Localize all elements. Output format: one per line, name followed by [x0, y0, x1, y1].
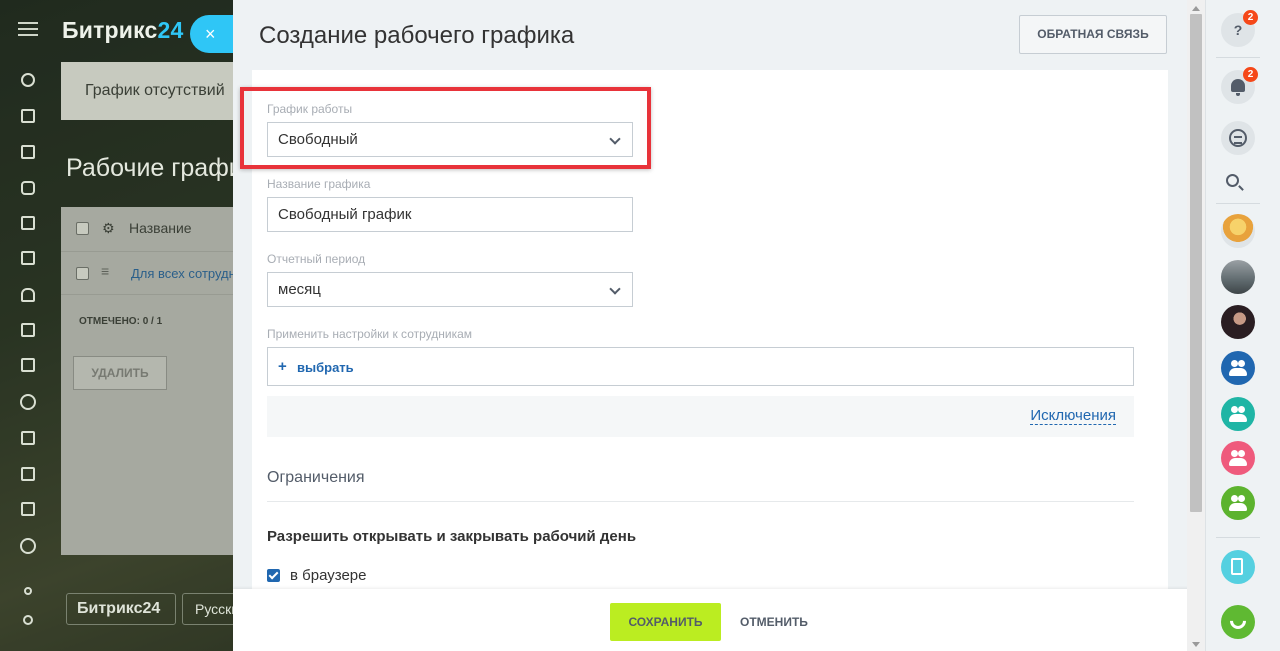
calendar-icon[interactable]	[19, 144, 37, 160]
select-employees-link[interactable]: выбрать	[297, 360, 354, 375]
notifications-icon[interactable]: 2	[1221, 67, 1258, 104]
menu-icon[interactable]	[18, 22, 38, 36]
group-chat-icon[interactable]	[1221, 351, 1255, 385]
tab-label: График отсутствий	[85, 82, 225, 99]
schedule-type-value: Свободный	[278, 131, 358, 148]
notifications-badge: 2	[1243, 67, 1258, 82]
browser-checkbox[interactable]	[267, 569, 280, 582]
panel-separator	[1216, 203, 1260, 204]
group-chat-icon[interactable]	[1221, 486, 1255, 520]
employees-label: Применить настройки к сотрудникам	[267, 327, 473, 341]
selected-counter: ОТМЕЧЕНО: 0 / 1	[79, 316, 163, 327]
footer-logo: Битрикс24	[66, 593, 176, 625]
right-panel: ? 2 2	[1205, 0, 1280, 651]
scroll-up-arrow-icon[interactable]	[1192, 6, 1200, 11]
restrictions-title: Ограничения	[267, 469, 365, 486]
chevron-down-icon	[609, 283, 621, 295]
schedule-type-select[interactable]: Свободный	[267, 122, 633, 157]
slider-footer: СОХРАНИТЬ ОТМЕНИТЬ	[233, 589, 1205, 651]
cancel-button[interactable]: ОТМЕНИТЬ	[740, 603, 810, 641]
panel-separator	[1216, 57, 1260, 58]
column-name-header: Название	[129, 220, 192, 236]
box-icon[interactable]	[19, 501, 37, 517]
section-divider	[267, 501, 1134, 502]
exceptions-link[interactable]: Исключения	[1030, 407, 1116, 425]
help-icon[interactable]: ? 2	[1221, 10, 1258, 47]
video-icon[interactable]	[19, 357, 37, 373]
slider-title: Создание рабочего графика	[259, 22, 575, 49]
left-navigation	[0, 0, 56, 651]
close-slider-button[interactable]: ×	[190, 15, 236, 53]
schedule-link[interactable]: Для всех сотрудников	[131, 266, 241, 281]
drive-icon[interactable]	[19, 250, 37, 266]
select-all-checkbox[interactable]	[76, 222, 89, 235]
chat-icon[interactable]	[19, 180, 37, 196]
search-icon[interactable]	[1226, 174, 1239, 187]
row-checkbox[interactable]	[76, 267, 89, 280]
report-period-value: месяц	[278, 281, 321, 298]
page-title: Рабочие графики	[66, 154, 236, 182]
feedback-button[interactable]: ОБРАТНАЯ СВЯЗЬ	[1019, 15, 1167, 54]
drag-handle-icon[interactable]: ≡	[101, 263, 109, 279]
schedule-type-label: График работы	[267, 102, 353, 116]
phone-icon[interactable]	[1221, 605, 1255, 639]
time-tracking-icon[interactable]	[19, 394, 37, 410]
store-icon[interactable]	[19, 466, 37, 482]
group-chat-icon[interactable]	[1221, 441, 1255, 475]
delete-button[interactable]: УДАЛИТЬ	[73, 356, 167, 390]
employees-selector[interactable]: + выбрать	[267, 347, 1134, 386]
create-schedule-slider: Создание рабочего графика ОБРАТНАЯ СВЯЗЬ…	[233, 0, 1205, 651]
report-period-select[interactable]: месяц	[267, 272, 633, 307]
feed-icon[interactable]	[19, 72, 37, 88]
more-chevron-icon[interactable]	[19, 538, 37, 554]
close-icon: ×	[205, 24, 216, 44]
schedule-name-label: Название графика	[267, 177, 371, 191]
table-row[interactable]: ≡ Для всех сотрудников	[61, 251, 241, 295]
bitrix-logo: Битрикс24	[62, 17, 184, 43]
exceptions-bar: Исключения	[267, 396, 1134, 437]
help-badge: 2	[1243, 10, 1258, 25]
settings-icon[interactable]	[19, 614, 37, 630]
save-button[interactable]: СОХРАНИТЬ	[610, 603, 721, 641]
grid-header: ⚙ Название	[61, 207, 241, 251]
gear-icon[interactable]: ⚙	[102, 220, 115, 237]
chevron-down-icon	[609, 133, 621, 145]
avatar[interactable]	[1221, 214, 1255, 248]
mail-icon[interactable]	[19, 322, 37, 338]
scrollbar-thumb[interactable]	[1190, 14, 1202, 512]
avatar[interactable]	[1221, 260, 1255, 294]
schedule-name-input[interactable]: Свободный график	[267, 197, 633, 232]
schedules-grid: ⚙ Название ≡ Для всех сотрудников ОТМЕЧЕ…	[61, 207, 241, 555]
documents-icon[interactable]	[19, 215, 37, 231]
allow-open-close-heading: Разрешить открывать и закрывать рабочий …	[267, 528, 637, 545]
contact-card-icon[interactable]	[19, 430, 37, 446]
call-transfer-icon[interactable]	[1221, 550, 1255, 584]
scroll-down-arrow-icon[interactable]	[1192, 642, 1200, 647]
avatar[interactable]	[1221, 305, 1255, 339]
panel-separator	[1216, 537, 1260, 538]
plus-icon: +	[278, 358, 287, 375]
vertical-scrollbar[interactable]	[1187, 0, 1205, 651]
form-card: График работы Свободный Название графика…	[240, 70, 1168, 600]
report-period-label: Отчетный период	[267, 252, 366, 266]
browser-checkbox-label: в браузере	[290, 567, 367, 584]
messenger-icon[interactable]	[1221, 121, 1255, 155]
structure-icon[interactable]	[19, 586, 37, 602]
group-chat-icon[interactable]	[1221, 397, 1255, 431]
language-selector[interactable]: Русский	[182, 593, 238, 625]
tasks-icon[interactable]	[19, 108, 37, 124]
employees-icon[interactable]	[19, 287, 37, 303]
tab-absence-chart[interactable]: График отсутствий	[61, 62, 241, 120]
